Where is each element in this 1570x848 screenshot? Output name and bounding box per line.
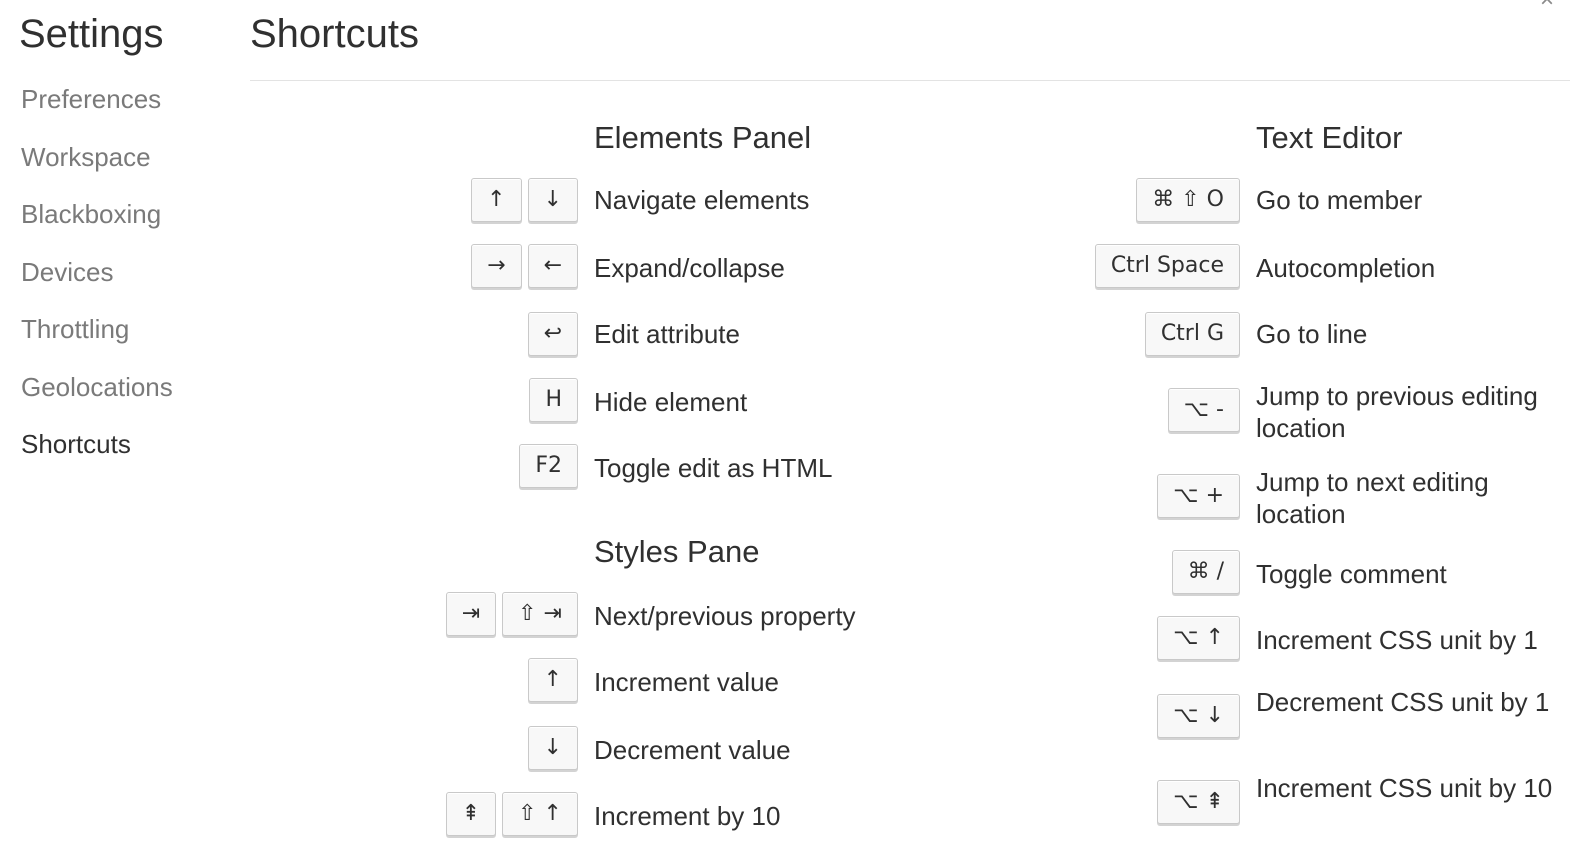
shortcut-description: Decrement value (594, 735, 791, 765)
shortcut-key[interactable]: ⌥ - (1167, 388, 1240, 432)
sidebar-item-preferences[interactable]: Preferences (21, 80, 173, 138)
shortcut-description: Increment CSS unit by 10 (1256, 773, 1553, 803)
key-combo: ⌥ - (1167, 388, 1240, 432)
shortcut-key[interactable]: Ctrl G (1144, 312, 1240, 356)
key-combo: ⌘ ⇧ O (1136, 178, 1240, 222)
shortcut-description: Increment CSS unit by 1 (1256, 625, 1538, 655)
shortcut-key[interactable]: ⌥ ↑ (1157, 616, 1240, 660)
shortcut-description: Increment value (594, 667, 779, 697)
shortcut-description: Decrement CSS unit by 1 (1256, 687, 1550, 717)
header-divider (250, 80, 1570, 81)
shortcut-key[interactable]: ⌥ + (1157, 474, 1240, 518)
shortcut-description: Autocompletion (1256, 253, 1436, 283)
section-title-text-editor: Text Editor (1256, 120, 1403, 155)
key-combo: ⌥ ↓ (1157, 694, 1240, 738)
shortcut-description: Jump to next editing location (1256, 467, 1489, 529)
key-combo: ⌥ ↑ (1157, 616, 1240, 660)
shortcut-key[interactable]: ⌘ / (1171, 550, 1240, 594)
key-combo: ⌥ ⇞ (1157, 780, 1240, 824)
shortcut-key[interactable]: ⌘ ⇧ O (1136, 178, 1240, 222)
shortcut-description: Jump to previous editing location (1256, 381, 1538, 443)
shortcut-description: Go to line (1256, 319, 1368, 349)
shortcut-key[interactable]: Ctrl Space (1094, 244, 1240, 288)
shortcut-key[interactable]: ⌥ ↓ (1157, 694, 1240, 738)
key-combo: ⌘ / (1171, 550, 1240, 594)
shortcut-key[interactable]: ⌥ ⇞ (1157, 780, 1240, 824)
key-combo: Ctrl G (1144, 312, 1240, 356)
sidebar-title: Settings (19, 12, 164, 56)
section-title-elements-panel: Elements Panel (594, 120, 812, 155)
page-title: Shortcuts (250, 12, 419, 56)
shortcut-description: Go to member (1256, 185, 1423, 215)
close-icon[interactable]: × (1540, 0, 1554, 14)
settings-window: Settings Preferences Workspace Blackboxi… (0, 0, 1570, 848)
shortcut-description: Toggle comment (1256, 559, 1447, 589)
key-combo: ⌥ + (1157, 474, 1240, 518)
key-combo: Ctrl Space (1094, 244, 1240, 288)
key-combo: ↑ (527, 658, 578, 702)
